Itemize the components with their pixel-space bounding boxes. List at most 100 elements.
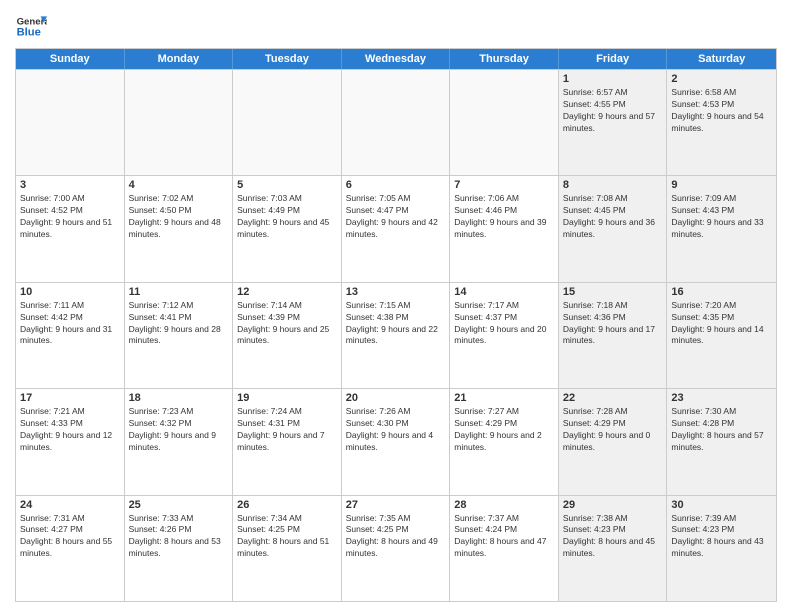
day-number: 21 — [454, 392, 554, 404]
day-info: Sunrise: 7:14 AM Sunset: 4:39 PM Dayligh… — [237, 300, 337, 348]
day-number: 30 — [671, 499, 772, 511]
calendar-cell-empty — [342, 70, 451, 175]
day-info: Sunrise: 7:12 AM Sunset: 4:41 PM Dayligh… — [129, 300, 229, 348]
calendar-cell-15: 15 Sunrise: 7:18 AM Sunset: 4:36 PM Dayli… — [559, 283, 668, 388]
day-number: 26 — [237, 499, 337, 511]
calendar-cell-29: 29 Sunrise: 7:38 AM Sunset: 4:23 PM Dayli… — [559, 496, 668, 601]
day-info: Sunrise: 7:27 AM Sunset: 4:29 PM Dayligh… — [454, 406, 554, 454]
day-info: Sunrise: 7:05 AM Sunset: 4:47 PM Dayligh… — [346, 193, 446, 241]
calendar: SundayMondayTuesdayWednesdayThursdayFrid… — [15, 48, 777, 602]
day-number: 10 — [20, 286, 120, 298]
day-number: 3 — [20, 179, 120, 191]
day-number: 5 — [237, 179, 337, 191]
calendar-cell-2: 2 Sunrise: 6:58 AM Sunset: 4:53 PM Daylig… — [667, 70, 776, 175]
calendar-cell-8: 8 Sunrise: 7:08 AM Sunset: 4:45 PM Daylig… — [559, 176, 668, 281]
day-number: 1 — [563, 73, 663, 85]
calendar-body: 1 Sunrise: 6:57 AM Sunset: 4:55 PM Daylig… — [16, 69, 776, 601]
day-number: 28 — [454, 499, 554, 511]
calendar-cell-6: 6 Sunrise: 7:05 AM Sunset: 4:47 PM Daylig… — [342, 176, 451, 281]
day-info: Sunrise: 7:00 AM Sunset: 4:52 PM Dayligh… — [20, 193, 120, 241]
day-number: 14 — [454, 286, 554, 298]
day-info: Sunrise: 7:28 AM Sunset: 4:29 PM Dayligh… — [563, 406, 663, 454]
day-number: 2 — [671, 73, 772, 85]
calendar-cell-21: 21 Sunrise: 7:27 AM Sunset: 4:29 PM Dayli… — [450, 389, 559, 494]
logo-icon: General Blue — [15, 10, 47, 42]
calendar-cell-5: 5 Sunrise: 7:03 AM Sunset: 4:49 PM Daylig… — [233, 176, 342, 281]
header-day-tuesday: Tuesday — [233, 49, 342, 69]
calendar-cell-20: 20 Sunrise: 7:26 AM Sunset: 4:30 PM Dayli… — [342, 389, 451, 494]
day-info: Sunrise: 7:38 AM Sunset: 4:23 PM Dayligh… — [563, 513, 663, 561]
calendar-cell-22: 22Sunrise: 7:28 AM Sunset: 4:29 PM Dayli… — [559, 389, 668, 494]
day-number: 12 — [237, 286, 337, 298]
logo: General Blue — [15, 10, 47, 42]
calendar-cell-16: 16 Sunrise: 7:20 AM Sunset: 4:35 PM Dayli… — [667, 283, 776, 388]
day-info: Sunrise: 7:06 AM Sunset: 4:46 PM Dayligh… — [454, 193, 554, 241]
day-number: 18 — [129, 392, 229, 404]
week-row-3: 10 Sunrise: 7:11 AM Sunset: 4:42 PM Dayli… — [16, 282, 776, 388]
week-row-4: 17 Sunrise: 7:21 AM Sunset: 4:33 PM Dayli… — [16, 388, 776, 494]
day-number: 16 — [671, 286, 772, 298]
day-info: Sunrise: 7:23 AM Sunset: 4:32 PM Dayligh… — [129, 406, 229, 454]
day-number: 23 — [671, 392, 772, 404]
header-day-monday: Monday — [125, 49, 234, 69]
calendar-cell-9: 9 Sunrise: 7:09 AM Sunset: 4:43 PM Daylig… — [667, 176, 776, 281]
day-number: 17 — [20, 392, 120, 404]
day-number: 19 — [237, 392, 337, 404]
calendar-cell-11: 11 Sunrise: 7:12 AM Sunset: 4:41 PM Dayli… — [125, 283, 234, 388]
calendar-cell-empty — [450, 70, 559, 175]
week-row-5: 24Sunrise: 7:31 AM Sunset: 4:27 PM Dayli… — [16, 495, 776, 601]
day-number: 9 — [671, 179, 772, 191]
day-info: Sunrise: 7:31 AM Sunset: 4:27 PM Dayligh… — [20, 513, 120, 561]
day-info: Sunrise: 7:26 AM Sunset: 4:30 PM Dayligh… — [346, 406, 446, 454]
calendar-cell-empty — [125, 70, 234, 175]
calendar-cell-23: 23 Sunrise: 7:30 AM Sunset: 4:28 PM Dayli… — [667, 389, 776, 494]
day-info: Sunrise: 6:58 AM Sunset: 4:53 PM Dayligh… — [671, 87, 772, 135]
header-day-wednesday: Wednesday — [342, 49, 451, 69]
header-day-thursday: Thursday — [450, 49, 559, 69]
header-day-friday: Friday — [559, 49, 668, 69]
day-info: Sunrise: 7:24 AM Sunset: 4:31 PM Dayligh… — [237, 406, 337, 454]
calendar-cell-1: 1 Sunrise: 6:57 AM Sunset: 4:55 PM Daylig… — [559, 70, 668, 175]
calendar-cell-empty — [16, 70, 125, 175]
day-number: 29 — [563, 499, 663, 511]
day-info: Sunrise: 7:35 AM Sunset: 4:25 PM Dayligh… — [346, 513, 446, 561]
day-info: Sunrise: 7:17 AM Sunset: 4:37 PM Dayligh… — [454, 300, 554, 348]
day-info: Sunrise: 7:30 AM Sunset: 4:28 PM Dayligh… — [671, 406, 772, 454]
day-number: 8 — [563, 179, 663, 191]
calendar-cell-30: 30 Sunrise: 7:39 AM Sunset: 4:23 PM Dayli… — [667, 496, 776, 601]
day-info: Sunrise: 7:33 AM Sunset: 4:26 PM Dayligh… — [129, 513, 229, 561]
week-row-2: 3 Sunrise: 7:00 AM Sunset: 4:52 PM Daylig… — [16, 175, 776, 281]
day-number: 15 — [563, 286, 663, 298]
day-number: 25 — [129, 499, 229, 511]
header: General Blue — [15, 10, 777, 42]
day-info: Sunrise: 7:21 AM Sunset: 4:33 PM Dayligh… — [20, 406, 120, 454]
day-info: Sunrise: 7:39 AM Sunset: 4:23 PM Dayligh… — [671, 513, 772, 561]
week-row-1: 1 Sunrise: 6:57 AM Sunset: 4:55 PM Daylig… — [16, 69, 776, 175]
day-number: 20 — [346, 392, 446, 404]
calendar-cell-19: 19 Sunrise: 7:24 AM Sunset: 4:31 PM Dayli… — [233, 389, 342, 494]
day-info: Sunrise: 7:15 AM Sunset: 4:38 PM Dayligh… — [346, 300, 446, 348]
day-info: Sunrise: 7:02 AM Sunset: 4:50 PM Dayligh… — [129, 193, 229, 241]
day-info: Sunrise: 7:20 AM Sunset: 4:35 PM Dayligh… — [671, 300, 772, 348]
calendar-cell-7: 7Sunrise: 7:06 AM Sunset: 4:46 PM Daylig… — [450, 176, 559, 281]
day-number: 11 — [129, 286, 229, 298]
day-number: 4 — [129, 179, 229, 191]
calendar-cell-14: 14 Sunrise: 7:17 AM Sunset: 4:37 PM Dayli… — [450, 283, 559, 388]
day-info: Sunrise: 7:09 AM Sunset: 4:43 PM Dayligh… — [671, 193, 772, 241]
calendar-cell-24: 24Sunrise: 7:31 AM Sunset: 4:27 PM Dayli… — [16, 496, 125, 601]
calendar-cell-3: 3 Sunrise: 7:00 AM Sunset: 4:52 PM Daylig… — [16, 176, 125, 281]
day-info: Sunrise: 7:11 AM Sunset: 4:42 PM Dayligh… — [20, 300, 120, 348]
calendar-cell-25: 25 Sunrise: 7:33 AM Sunset: 4:26 PM Dayli… — [125, 496, 234, 601]
day-info: Sunrise: 7:03 AM Sunset: 4:49 PM Dayligh… — [237, 193, 337, 241]
day-number: 27 — [346, 499, 446, 511]
calendar-header: SundayMondayTuesdayWednesdayThursdayFrid… — [16, 49, 776, 69]
day-info: Sunrise: 7:18 AM Sunset: 4:36 PM Dayligh… — [563, 300, 663, 348]
day-info: Sunrise: 7:08 AM Sunset: 4:45 PM Dayligh… — [563, 193, 663, 241]
day-number: 6 — [346, 179, 446, 191]
day-info: Sunrise: 7:37 AM Sunset: 4:24 PM Dayligh… — [454, 513, 554, 561]
calendar-cell-26: 26Sunrise: 7:34 AM Sunset: 4:25 PM Dayli… — [233, 496, 342, 601]
calendar-cell-28: 28 Sunrise: 7:37 AM Sunset: 4:24 PM Dayli… — [450, 496, 559, 601]
header-day-saturday: Saturday — [667, 49, 776, 69]
page: General Blue SundayMondayTuesdayWednesda… — [0, 0, 792, 612]
day-info: Sunrise: 6:57 AM Sunset: 4:55 PM Dayligh… — [563, 87, 663, 135]
